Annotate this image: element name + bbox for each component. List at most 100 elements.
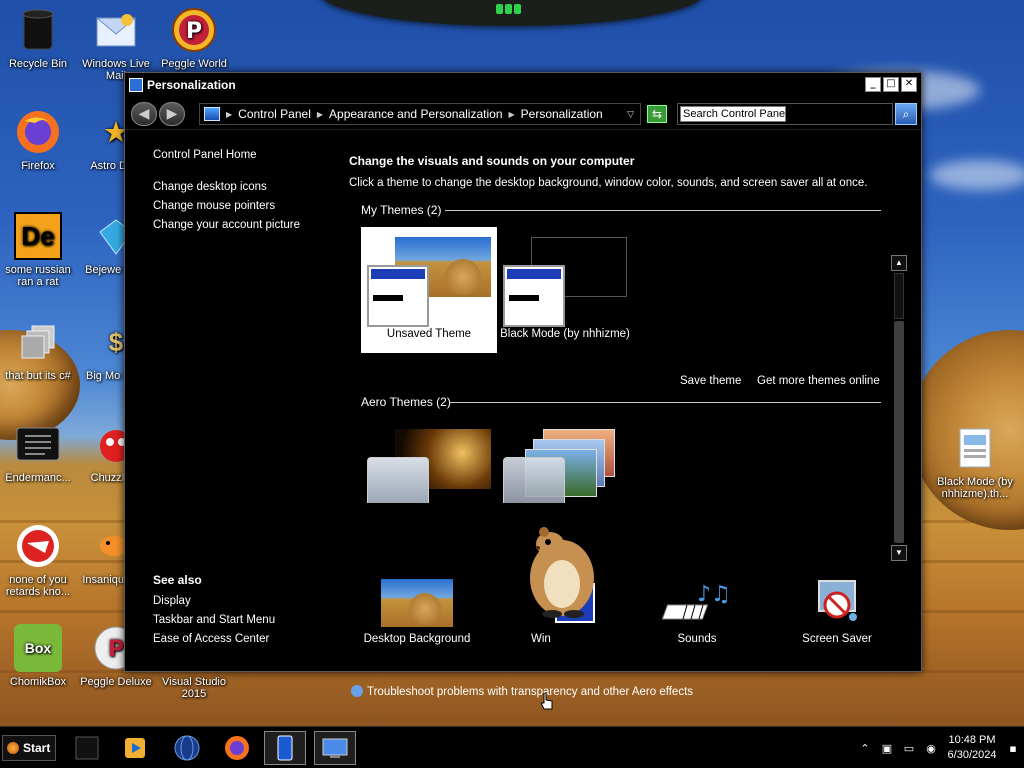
svg-text:♪♫: ♪♫ — [697, 582, 731, 607]
theme-label: Black Mode (by nhhizme) — [500, 328, 630, 340]
forward-arrow-icon: ▶ — [166, 106, 178, 122]
hand-cursor-icon — [541, 693, 553, 710]
desktop-icon-recycle-bin[interactable]: Recycle Bin — [0, 6, 76, 70]
back-arrow-icon: ◀ — [138, 106, 150, 122]
breadcrumb-appearance[interactable]: Appearance and Personalization — [329, 107, 502, 121]
start-button[interactable]: Start — [2, 735, 56, 761]
music-note-icon: ♪♫ — [661, 579, 733, 627]
svg-text:P: P — [186, 19, 202, 44]
breadcrumb-personalization[interactable]: Personalization — [521, 107, 603, 121]
sidebar-item-account-picture[interactable]: Change your account picture — [153, 219, 333, 231]
save-theme-link[interactable]: Save theme — [680, 375, 741, 387]
red-creature-icon — [14, 522, 62, 570]
sidebar-item-control-panel-home[interactable]: Control Panel Home — [153, 149, 333, 161]
theme-black-mode[interactable]: Black Mode (by nhhizme) — [497, 227, 633, 353]
desktop-icon-label: none of you retards kno... — [5, 574, 71, 598]
monitor-icon — [129, 78, 143, 92]
breadcrumb[interactable]: ▶ Control Panel ▶ Appearance and Persona… — [199, 103, 641, 125]
svg-text:P: P — [108, 637, 124, 662]
theme-list-scrollbar[interactable]: ▲ ▼ — [891, 255, 907, 561]
desktop-icon-chomikbox[interactable]: Box ChomikBox — [0, 624, 76, 688]
cloud — [930, 160, 1024, 190]
aero-themes-header: Aero Themes (2) — [361, 395, 451, 409]
help-icon — [351, 685, 363, 697]
see-also-header: See also — [153, 573, 202, 587]
minimize-button[interactable]: _ — [865, 77, 881, 92]
theme-aero-1[interactable] — [361, 419, 497, 503]
display-icon[interactable]: ▭ — [898, 738, 920, 758]
desktop-icon-peggle-world[interactable]: P Peggle World — [156, 6, 232, 70]
clock-time: 10:48 PM — [948, 734, 996, 746]
breadcrumb-control-panel[interactable]: Control Panel — [238, 107, 311, 121]
clock[interactable]: 10:48 PM 6/30/2024 — [942, 733, 1002, 763]
see-also-taskbar[interactable]: Taskbar and Start Menu — [153, 614, 333, 626]
screen-saver-label: Screen Saver — [802, 633, 872, 645]
firefox-icon — [225, 736, 249, 760]
desktop-icon-that-but-its-csharp[interactable]: that but its c# — [0, 318, 76, 382]
desktop-icon-label: ChomikBox — [9, 676, 67, 688]
sounds-button[interactable]: ♪♫ Sounds — [637, 579, 757, 645]
taskbar-media-player[interactable] — [114, 731, 156, 765]
taskbar-pinned-item[interactable] — [66, 731, 108, 765]
maximize-button[interactable]: □ — [883, 77, 899, 92]
see-also-display[interactable]: Display — [153, 595, 333, 607]
scroll-thumb[interactable] — [894, 321, 904, 543]
chevron-down-icon[interactable]: ▽ — [627, 109, 634, 120]
theme-label: Unsaved Theme — [386, 328, 472, 340]
globe-icon — [174, 735, 200, 761]
sidebar-item-desktop-icons[interactable]: Change desktop icons — [153, 181, 333, 193]
screen-saver-icon — [801, 579, 873, 627]
chevron-right-icon[interactable]: ▶ — [317, 110, 323, 119]
start-label: Start — [23, 741, 51, 755]
search-button[interactable]: ⌕ — [895, 103, 917, 125]
desktop-background-label: Desktop Background — [363, 633, 471, 645]
refresh-button[interactable]: ⇆ — [647, 105, 667, 123]
terminal-icon — [14, 420, 62, 468]
desktop-icon-black-mode-theme[interactable]: Black Mode (by nhhizme).th... — [934, 424, 1016, 500]
get-more-themes-link[interactable]: Get more themes online — [757, 375, 880, 387]
show-desktop-button[interactable]: ▪ — [1002, 738, 1024, 758]
windows-stack-icon — [14, 318, 62, 366]
desktop-icon-label: Peggle World — [161, 58, 227, 70]
refresh-icon: ⇆ — [651, 107, 663, 121]
screen-saver-button[interactable]: Screen Saver — [777, 579, 897, 645]
theme-list: My Themes (2) Unsaved Theme Black Mode (… — [349, 199, 907, 503]
chevron-right-icon[interactable]: ▶ — [509, 110, 515, 119]
desktop-icon-firefox[interactable]: Firefox — [0, 108, 76, 172]
title-bar[interactable]: Personalization _ □ ✕ — [125, 73, 921, 97]
hamster-mascot-image — [530, 527, 594, 618]
desktop-background-button[interactable]: Desktop Background — [357, 579, 477, 645]
desktop-icon-none-of-you[interactable]: none of you retards kno... — [0, 522, 76, 598]
taskbar-ie[interactable] — [166, 731, 208, 765]
forward-button[interactable]: ▶ — [159, 102, 185, 126]
theme-aero-2[interactable] — [497, 419, 633, 503]
back-button[interactable]: ◀ — [131, 102, 157, 126]
close-button[interactable]: ✕ — [901, 77, 917, 92]
desktop-icon-endermanch[interactable]: Endermanc... — [0, 420, 76, 484]
clock-date: 6/30/2024 — [947, 749, 997, 761]
address-bar: ◀ ▶ ▶ Control Panel ▶ Appearance and Per… — [125, 98, 921, 130]
desktop-icon-label: Endermanc... — [5, 472, 71, 484]
volume-icon[interactable]: ◉ — [920, 738, 942, 758]
see-also-section: See also Display Taskbar and Start Menu … — [153, 573, 333, 652]
taskbar-firefox[interactable] — [216, 731, 258, 765]
see-also-ease-of-access[interactable]: Ease of Access Center — [153, 633, 333, 645]
search-input[interactable] — [680, 106, 786, 122]
show-hidden-icons-button[interactable]: ⌃ — [854, 738, 876, 758]
scroll-track[interactable] — [894, 273, 904, 319]
theme-preview — [503, 235, 627, 327]
windows-orb-icon — [7, 742, 19, 754]
divider — [449, 402, 881, 403]
sidebar: Control Panel Home Change desktop icons … — [153, 149, 333, 238]
chevron-right-icon[interactable]: ▶ — [226, 110, 232, 119]
desktop-icon-some-russian[interactable]: De some russian ran a rat — [0, 212, 76, 288]
scroll-down-button[interactable]: ▼ — [891, 545, 907, 561]
sidebar-item-mouse-pointers[interactable]: Change mouse pointers — [153, 200, 333, 212]
taskbar-control-panel[interactable] — [314, 731, 356, 765]
desktop-icon-windows-live-mail[interactable]: Windows Live Mail — [78, 6, 154, 82]
network-icon[interactable]: ▣ — [876, 738, 898, 758]
taskbar-active-app[interactable] — [264, 731, 306, 765]
theme-unsaved[interactable]: Unsaved Theme — [361, 227, 497, 353]
troubleshoot-link[interactable]: Troubleshoot problems with transparency … — [351, 685, 693, 698]
scroll-up-button[interactable]: ▲ — [891, 255, 907, 271]
